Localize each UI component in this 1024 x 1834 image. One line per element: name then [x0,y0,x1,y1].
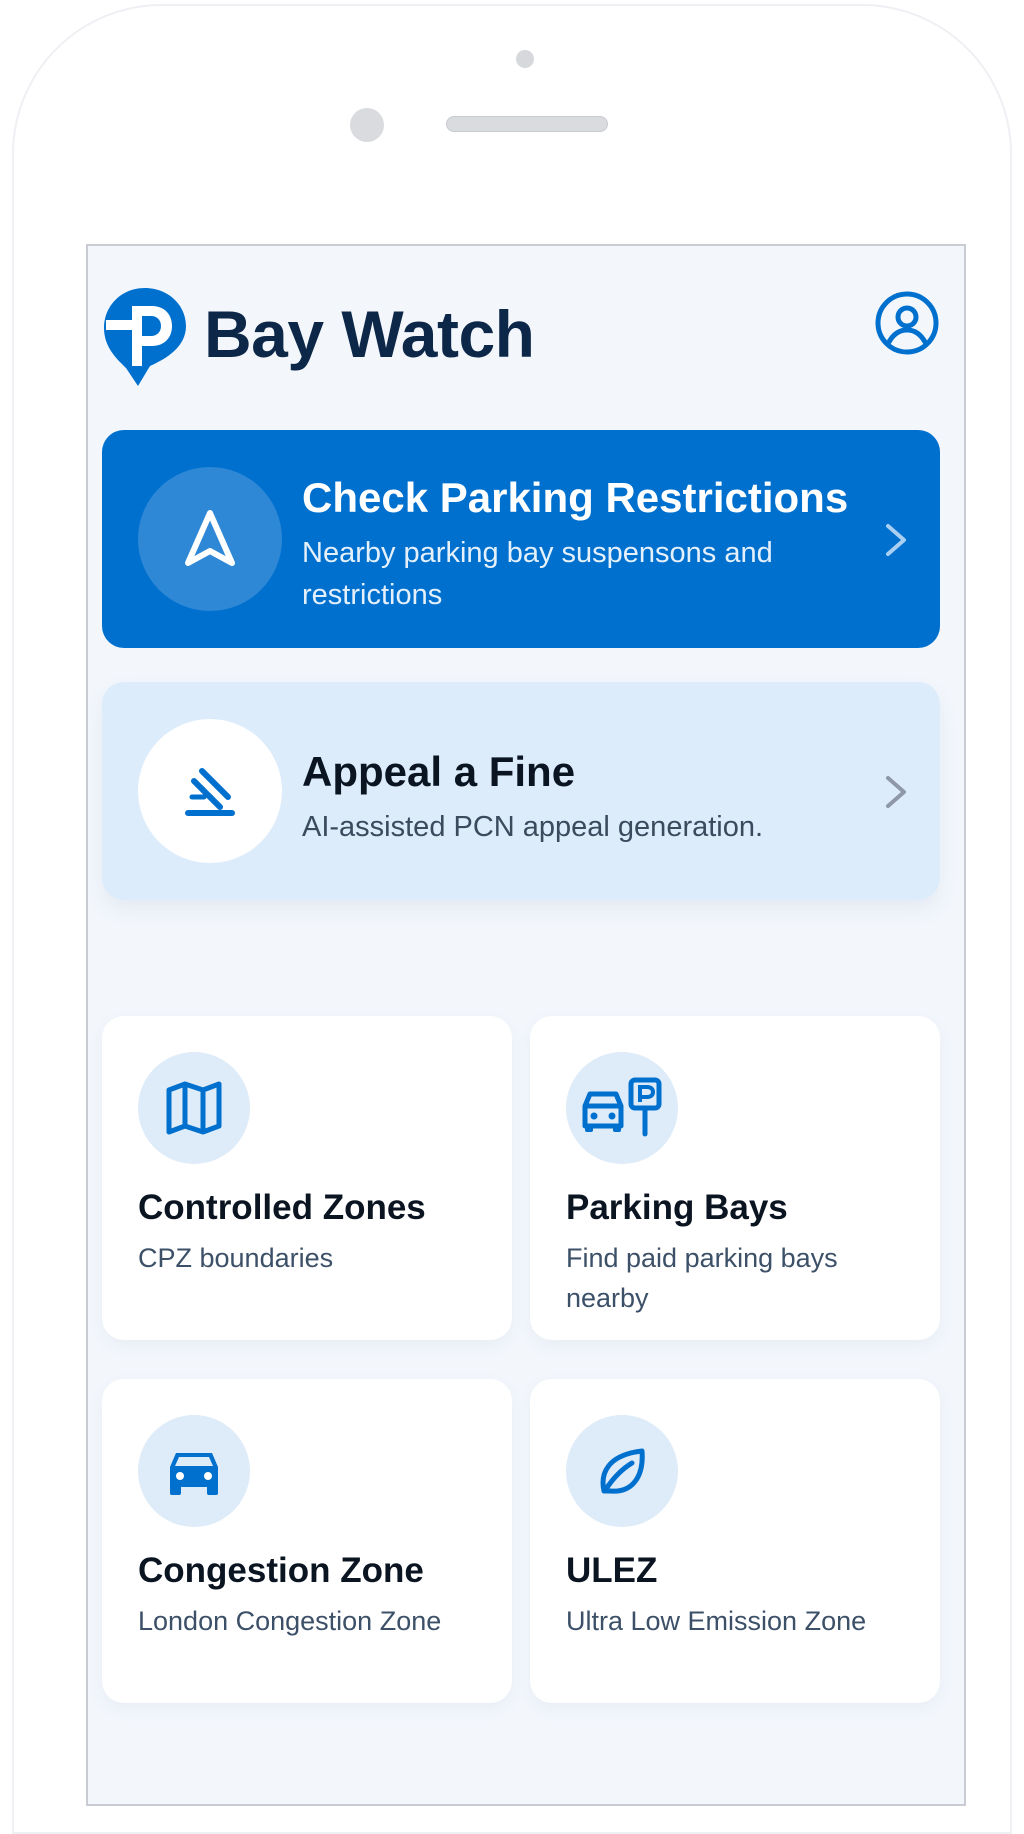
tile-title: Controlled Zones [138,1188,426,1227]
car-icon [170,1453,218,1495]
ulez-tile[interactable]: ULEZ Ultra Low Emission Zone [530,1379,940,1703]
navigation-arrow-icon [185,510,235,566]
check-parking-restrictions-card[interactable]: Check Parking Restrictions Nearby parkin… [102,430,940,648]
hero-title: Check Parking Restrictions [302,474,849,521]
tile-subtitle: Find paid parking bays nearby [566,1243,838,1313]
parking-bays-tile[interactable]: Parking Bays Find paid parking bays near… [530,1016,940,1340]
leaf-icon-circle [566,1415,678,1527]
leaf-icon [600,1448,645,1494]
car-parking-sign-icon [582,1077,662,1137]
gavel-icon [185,768,235,816]
tile-title: ULEZ [566,1551,658,1590]
phone-frame: Bay Watch Check Parking Restrictions Nea… [12,4,1012,1834]
controlled-zones-tile[interactable]: Controlled Zones CPZ boundaries [102,1016,512,1340]
tile-subtitle: CPZ boundaries [138,1243,334,1273]
tile-subtitle: Ultra Low Emission Zone [566,1606,867,1636]
front-camera [516,50,534,68]
tile-subtitle: London Congestion Zone [138,1606,442,1636]
gavel-icon-circle [138,719,282,863]
earpiece-speaker [446,116,608,132]
congestion-zone-tile[interactable]: Congestion Zone London Congestion Zone [102,1379,512,1703]
app-screen: Bay Watch Check Parking Restrictions Nea… [86,244,966,1806]
hero-subtitle: Nearby parking bay suspensons and restri… [302,537,773,611]
car-icon-circle [138,1415,250,1527]
user-circle-icon[interactable] [874,290,940,356]
tile-title: Parking Bays [566,1188,788,1227]
appeal-a-fine-card[interactable]: Appeal a Fine AI-assisted PCN appeal gen… [102,682,940,900]
hero-subtitle: AI-assisted PCN appeal generation. [302,811,764,843]
hero-title: Appeal a Fine [302,748,576,795]
chevron-right-icon [886,776,906,808]
tile-title: Congestion Zone [138,1551,424,1590]
proximity-sensor [350,108,384,142]
map-icon [166,1081,222,1135]
app-title: Bay Watch [204,297,535,371]
parking-pin-logo-icon [104,288,186,386]
chevron-right-icon [886,524,906,556]
parking-icon-circle [566,1052,678,1164]
navigation-icon-circle [138,467,282,611]
map-icon-circle [138,1052,250,1164]
